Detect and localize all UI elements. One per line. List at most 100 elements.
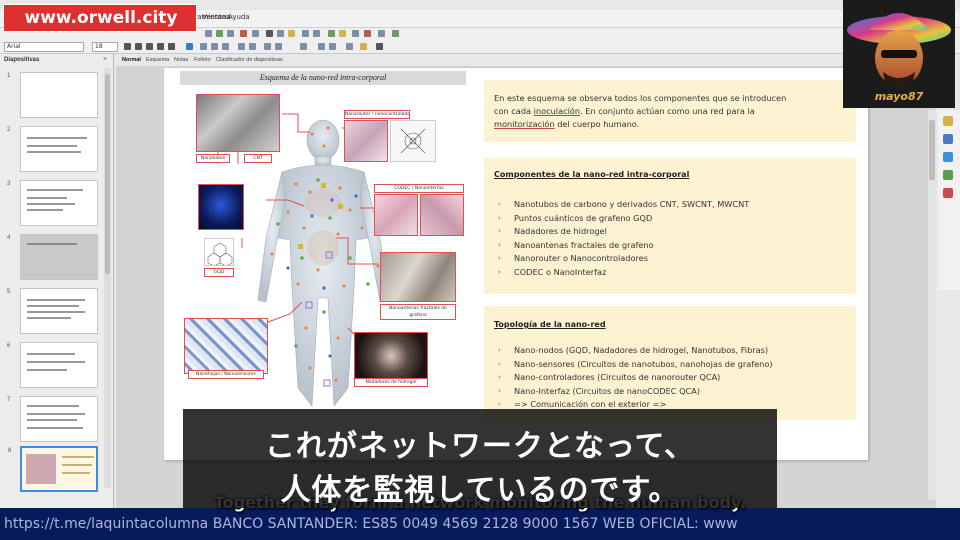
avatar: mayo87	[843, 0, 955, 108]
ticker-text: https://t.me/laquintacolumna BANCO SANTA…	[4, 516, 738, 532]
tab-handout[interactable]: Folleto	[194, 57, 211, 63]
slide-thumbnail[interactable]: 7	[7, 396, 98, 442]
components-card[interactable]: Componentes de la nano-red intra-corpora…	[484, 158, 856, 294]
intro-line3b: del cuerpo humano.	[554, 119, 640, 129]
list-item: Nano-Interfaz (Circuitos de nanoCODEC QC…	[492, 385, 773, 399]
align-left-icon[interactable]	[186, 43, 193, 50]
sidebar-tools	[938, 110, 960, 290]
table-icon[interactable]	[328, 30, 335, 37]
gallery-sidebar-icon[interactable]	[943, 152, 953, 162]
list-item: Nadadores de hidrogel	[492, 225, 749, 239]
open-icon[interactable]	[216, 30, 223, 37]
intro-card[interactable]: En este esquema se observa todos los com…	[484, 80, 856, 142]
decrease-spacing-icon[interactable]	[329, 43, 336, 50]
gallery-icon[interactable]	[364, 30, 371, 37]
outdent-icon[interactable]	[275, 43, 282, 50]
list-item: Nano-controladores (Circuitos de nanorou…	[492, 371, 773, 385]
shadow-icon[interactable]	[168, 43, 175, 50]
animation-icon[interactable]	[943, 188, 953, 198]
slide-title: Esquema de la nano-red intra-corporal	[259, 73, 387, 82]
topology-list: Nano-nodos (GQD, Nadadores de hidrogel, …	[492, 344, 773, 412]
slide-thumbnail[interactable]: 4	[7, 234, 98, 280]
pdf-icon[interactable]	[240, 30, 247, 37]
highlight-icon[interactable]	[360, 43, 367, 50]
save-icon[interactable]	[227, 30, 234, 37]
menu-item-ayuda[interactable]: Ayuda	[228, 13, 250, 21]
numbering-icon[interactable]	[249, 43, 256, 50]
slides-scrollbar-thumb[interactable]	[105, 74, 110, 274]
slide-thumbnail[interactable]: 1	[7, 72, 98, 118]
nanorouter-image	[344, 120, 388, 162]
styles-icon[interactable]	[943, 134, 953, 144]
align-center-icon[interactable]	[200, 43, 207, 50]
chart-icon[interactable]	[339, 30, 346, 37]
japanese-subtitle-box: これがネットワークとなって、 人体を監視しているのです。	[183, 409, 777, 508]
avatar-label: mayo87	[874, 90, 924, 103]
topology-card[interactable]: Topología de la nano-red Nano-nodos (GQD…	[484, 306, 856, 420]
intro-line2-underlined: inoculación	[533, 106, 581, 116]
tab-notes[interactable]: Notas	[174, 57, 188, 63]
paste-icon[interactable]	[288, 30, 295, 37]
japanese-subtitle-line2: 人体を監視しているのです。	[280, 473, 680, 508]
close-icon[interactable]: ×	[103, 56, 107, 63]
help-icon[interactable]	[378, 30, 385, 37]
menu-item-ventana[interactable]: Ventana	[202, 13, 231, 21]
cut-icon[interactable]	[266, 30, 273, 37]
slide-number: 6	[7, 343, 11, 349]
codec-image-right	[420, 194, 464, 236]
caption-cnt: CNT	[244, 154, 272, 163]
slide-thumbnail[interactable]: 2	[7, 126, 98, 172]
bold-icon[interactable]	[124, 43, 131, 50]
tab-outline[interactable]: Esquema	[146, 57, 169, 63]
increase-spacing-icon[interactable]	[318, 43, 325, 50]
slide-thumbnail[interactable]: 3	[7, 180, 98, 226]
nanosheet-image	[184, 318, 268, 374]
list-item: Nano-sensores (Circuitos de nanotubos, n…	[492, 358, 773, 372]
tab-slide-sorter[interactable]: Clasificador de diapositivas	[216, 57, 283, 63]
navigator-sidebar-icon[interactable]	[943, 170, 953, 180]
caption-nanohojas: Nanohojas / Nanosensores	[188, 370, 264, 379]
new-icon[interactable]	[205, 30, 212, 37]
undo-icon[interactable]	[302, 30, 309, 37]
components-heading: Componentes de la nano-red intra-corpora…	[494, 170, 690, 179]
font-size-combo[interactable]: 18	[92, 42, 118, 52]
line-spacing-icon[interactable]	[300, 43, 307, 50]
list-item: Nanotubos de carbono y derivados CNT, SW…	[492, 198, 749, 212]
align-right-icon[interactable]	[211, 43, 218, 50]
list-item: Nanorouter o Nanocontroladores	[492, 252, 749, 266]
justify-icon[interactable]	[222, 43, 229, 50]
bullets-icon[interactable]	[238, 43, 245, 50]
italic-icon[interactable]	[135, 43, 142, 50]
image-icon[interactable]	[352, 30, 359, 37]
editor-scrollbar-thumb[interactable]	[929, 120, 935, 180]
underline-icon[interactable]	[146, 43, 153, 50]
slide-thumbnail-selected[interactable]: 8	[8, 446, 98, 492]
strikethrough-icon[interactable]	[157, 43, 164, 50]
copy-icon[interactable]	[277, 30, 284, 37]
slide-number: 2	[7, 127, 11, 133]
formatting-toolbar: Arial 18	[0, 40, 960, 54]
slides-panel-title: Diapositivas	[4, 57, 40, 63]
nano-network-diagram[interactable]: Nanotubos CNT Nanorouter / nanocontrolad…	[178, 88, 470, 418]
slide-thumbnail[interactable]: 5	[7, 288, 98, 334]
gqd-image	[198, 184, 244, 230]
font-color-icon[interactable]	[376, 43, 383, 50]
slide-thumbnail[interactable]: 6	[7, 342, 98, 388]
indent-icon[interactable]	[264, 43, 271, 50]
slide-number: 3	[7, 181, 11, 187]
font-name-combo[interactable]: Arial	[4, 42, 84, 52]
hydrogel-swimmer-image	[354, 332, 428, 380]
intro-line2a: con cada	[494, 106, 534, 116]
slide-title-box[interactable]: Esquema de la nano-red intra-corporal	[180, 71, 466, 85]
navigator-icon[interactable]	[392, 30, 399, 37]
character-icon[interactable]	[346, 43, 353, 50]
nanotube-micrograph	[196, 94, 280, 152]
properties-icon[interactable]	[943, 116, 953, 126]
print-icon[interactable]	[252, 30, 259, 37]
fractal-antenna-image	[380, 252, 456, 302]
gqd-structure	[204, 238, 234, 266]
caption-nanotubos: Nanotubos	[196, 154, 230, 163]
ticker-bar: https://t.me/laquintacolumna BANCO SANTA…	[0, 508, 960, 540]
tab-normal[interactable]: Normal	[122, 57, 141, 63]
redo-icon[interactable]	[313, 30, 320, 37]
